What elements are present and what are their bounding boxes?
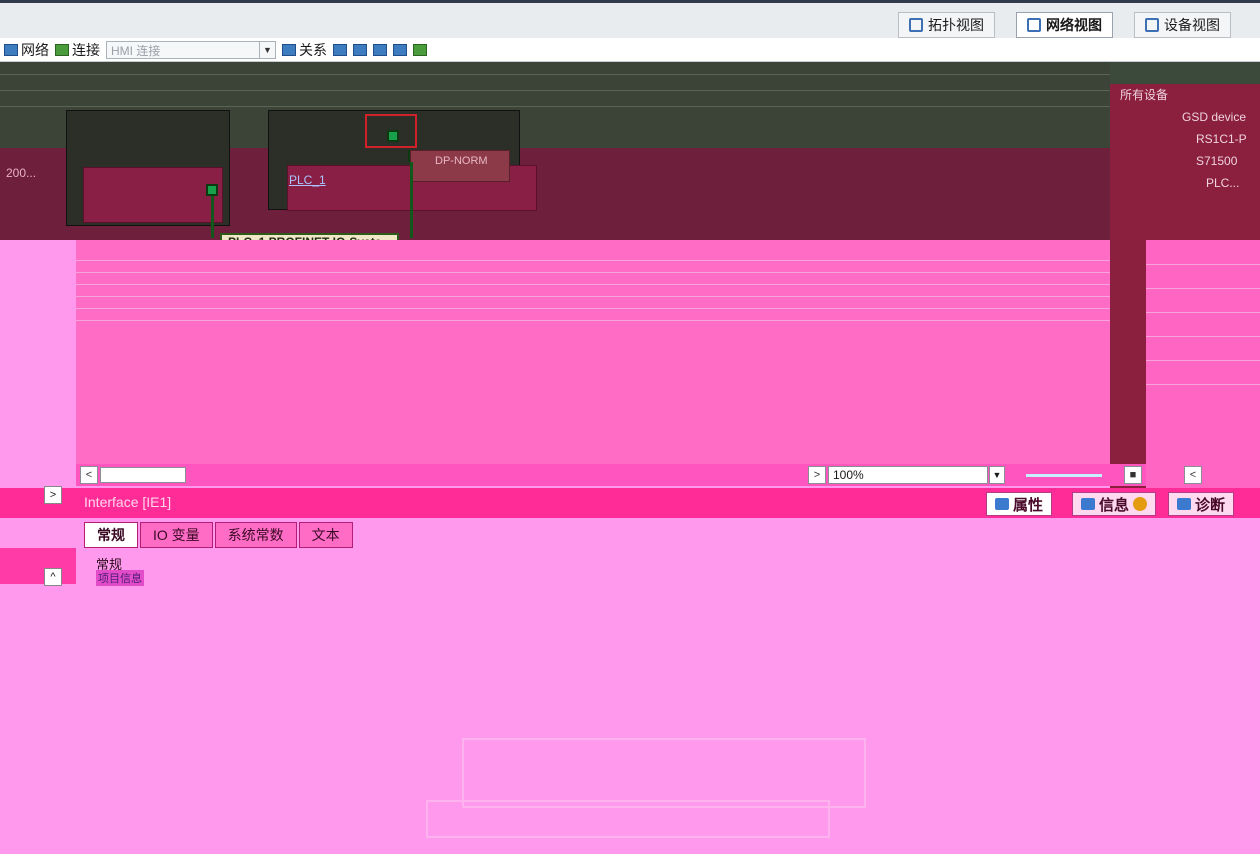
grid-line (1146, 384, 1260, 385)
table-icon[interactable] (373, 43, 387, 56)
grid-icon[interactable] (353, 43, 367, 56)
grid-line (76, 296, 1126, 297)
subtab-system-constants[interactable]: 系统常数 (214, 522, 297, 548)
chevron-down-icon[interactable]: ▼ (259, 41, 275, 58)
tab-diagnostics[interactable]: 诊断 (1168, 492, 1235, 516)
topology-icon (909, 18, 923, 32)
relations-button-label: 关系 (299, 41, 327, 58)
subtab-general[interactable]: 常规 (84, 522, 138, 548)
connections-icon (55, 43, 69, 56)
scroll-right-icon[interactable]: > (808, 466, 826, 484)
connections-button[interactable]: 连接 (55, 40, 100, 60)
connection-type-value: HMI 连接 (111, 43, 161, 58)
inspector-header (0, 488, 1260, 518)
grid-line (1146, 360, 1260, 361)
left-device-label: 200... (6, 166, 37, 180)
zoom-icon[interactable] (413, 43, 427, 56)
warning-icon (1133, 497, 1148, 511)
grid-line (76, 308, 1126, 309)
subtab-texts[interactable]: 文本 (298, 522, 353, 548)
grid-line (1146, 288, 1260, 289)
relations-icon (282, 43, 296, 56)
network-button[interactable]: 网络 (4, 40, 49, 60)
catalog-item-plc[interactable]: PLC... (1110, 172, 1260, 194)
tab-info-label: 信息 (1099, 496, 1130, 514)
grid-line (76, 320, 1126, 321)
overview-icon[interactable]: ■ (1124, 466, 1142, 484)
scroll-left-icon[interactable]: < (80, 466, 98, 484)
canvas-line (0, 90, 1110, 91)
diagnostics-icon (1177, 498, 1191, 510)
device-left-body (83, 167, 223, 223)
tab-properties[interactable]: 属性 (986, 492, 1053, 516)
grid-line (1146, 336, 1260, 337)
expand-right-icon[interactable]: > (44, 486, 62, 504)
connection-type-select[interactable]: HMI 连接 ▼ (106, 40, 276, 59)
tab-topology-view[interactable]: 拓扑视图 (898, 12, 995, 38)
canvas-grid[interactable] (76, 240, 1126, 464)
tab-device-view[interactable]: 设备视图 (1134, 12, 1231, 38)
scroll-thumb[interactable] (100, 467, 186, 483)
zoom-select[interactable]: 100% (828, 466, 988, 484)
catalog-item-s71500[interactable]: S71500 (1110, 150, 1260, 172)
grid-line (1146, 312, 1260, 313)
port-plc-icon[interactable] (387, 130, 399, 142)
catalog-scroll-area (1146, 240, 1260, 488)
network-wire (211, 196, 214, 238)
tab-properties-label: 属性 (1013, 496, 1044, 514)
network-icon (1027, 18, 1041, 32)
tab-device-label: 设备视图 (1164, 17, 1220, 33)
subtab-io-tags[interactable]: IO 变量 (140, 522, 213, 548)
canvas-line (0, 74, 1110, 75)
catalog-header (1110, 62, 1260, 84)
view-switch-bar: 拓扑视图 网络视图 设备视图 (0, 0, 1260, 38)
inspector-side-strip (0, 548, 76, 584)
tab-diagnostics-label: 诊断 (1195, 496, 1226, 514)
collapse-up-icon[interactable]: ^ (44, 568, 62, 586)
zoom-slider[interactable] (1026, 474, 1102, 477)
grid-line (1146, 264, 1260, 265)
canvas-line (0, 106, 1110, 107)
tab-info[interactable]: 信息 (1072, 492, 1157, 516)
relations-button[interactable]: 关系 (282, 40, 327, 60)
properties-icon (995, 498, 1009, 510)
port-left-icon[interactable] (206, 184, 218, 196)
dp-status-label: DP-NORM (410, 150, 510, 182)
device-icon (1145, 18, 1159, 32)
network-wire (410, 162, 413, 238)
content-frame (462, 738, 866, 808)
zoom-chevron-down-icon[interactable]: ▼ (989, 466, 1005, 484)
catalog-filter[interactable]: 所有设备 (1110, 84, 1260, 106)
tab-network-label: 网络视图 (1046, 17, 1102, 33)
address-icon[interactable] (333, 43, 347, 56)
catalog-item-gsd[interactable]: GSD device (1110, 106, 1260, 128)
catalog-item-rs[interactable]: RS1C1-P (1110, 128, 1260, 150)
content-frame-lower (426, 800, 830, 838)
device-left[interactable] (66, 110, 230, 226)
grid-line (76, 284, 1126, 285)
list-icon[interactable] (393, 43, 407, 56)
inspector-title: Interface [IE1] (84, 494, 172, 510)
network-toolbar: 网络 连接 HMI 连接 ▼ 关系 (0, 38, 1260, 62)
grid-line (76, 260, 1126, 261)
catalog-scroll-left-icon[interactable]: < (1184, 466, 1202, 484)
network-button-label: 网络 (21, 41, 49, 58)
connections-button-label: 连接 (72, 41, 100, 58)
tab-network-view[interactable]: 网络视图 (1016, 12, 1113, 38)
plc-name-link[interactable]: PLC_1 (289, 173, 326, 187)
grid-line (76, 272, 1126, 273)
nav-project-info[interactable]: 项目信息 (96, 570, 144, 586)
tab-topology-label: 拓扑视图 (928, 17, 984, 33)
info-icon (1081, 498, 1095, 510)
inspector-subtabs: 常规 IO 变量 系统常数 文本 (84, 522, 353, 548)
network-mode-icon (4, 43, 18, 56)
